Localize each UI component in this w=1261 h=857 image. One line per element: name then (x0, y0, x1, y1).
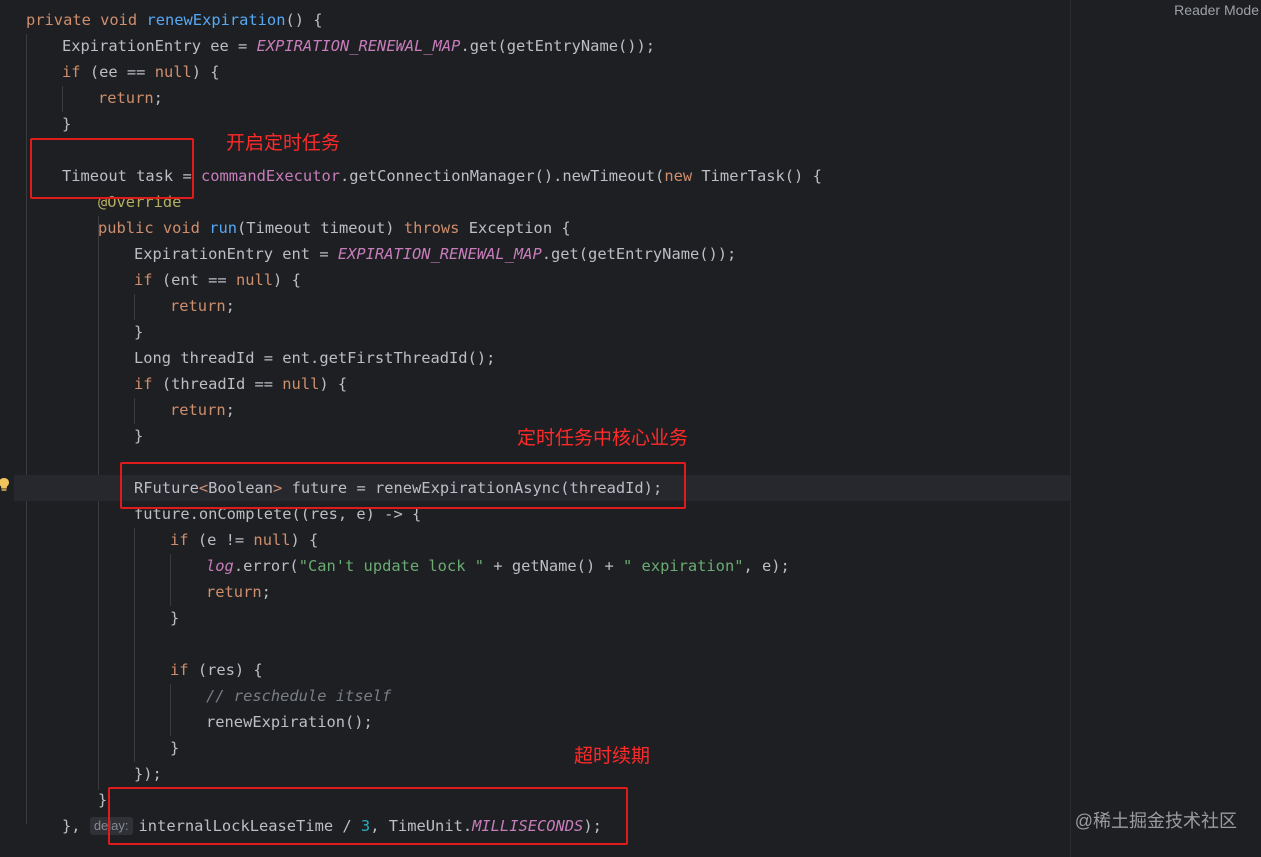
indent-guide (62, 86, 63, 112)
code-line-8: @Override (98, 193, 182, 211)
code-line-5: } (62, 115, 72, 133)
code-line-32: }, delay: internalLockLeaseTime / 3, Time… (62, 817, 602, 835)
annotation-label-renewal: 超时续期 (574, 746, 651, 767)
right-margin-guide (1070, 0, 1071, 857)
annotation-label-core-business: 定时任务中核心业务 (517, 428, 689, 449)
code-line-21: if (e != null) { (170, 531, 319, 549)
code-line-27: // reschedule itself (206, 687, 392, 705)
watermark: @稀土掘金技术社区 (1074, 811, 1237, 831)
code-line-10: ExpirationEntry ent = EXPIRATION_RENEWAL… (134, 245, 737, 263)
indent-guide (170, 684, 171, 736)
indent-guide (134, 528, 135, 762)
code-line-4: return; (98, 89, 163, 107)
code-line-7: Timeout task = commandExecutor.getConnec… (62, 167, 822, 185)
code-line-24: } (170, 609, 180, 627)
code-line-12: return; (170, 297, 235, 315)
code-line-20: future.onComplete((res, e) -> { (134, 505, 422, 523)
code-line-31: } (98, 791, 108, 809)
code-line-13: } (134, 323, 144, 341)
reader-mode-button[interactable]: Reader Mode (1174, 2, 1259, 18)
code-line-1: private void renewExpiration() { (26, 11, 323, 29)
code-line-14: Long threadId = ent.getFirstThreadId(); (134, 349, 496, 367)
code-editor[interactable]: Reader Mode private void renewExpiration… (0, 0, 1261, 857)
code-line-2: ExpirationEntry ee = EXPIRATION_RENEWAL_… (62, 37, 656, 55)
code-line-26: if (res) { (170, 661, 263, 679)
indent-guide (26, 34, 27, 824)
code-line-29: } (170, 739, 180, 757)
annotation-label-start-task: 开启定时任务 (226, 133, 341, 154)
code-line-17: } (134, 427, 144, 445)
code-line-30: }); (134, 765, 162, 783)
code-line-9: public void run(Timeout timeout) throws … (98, 219, 571, 237)
code-line-3: if (ee == null) { (62, 63, 220, 81)
indent-guide (134, 294, 135, 320)
code-line-11: if (ent == null) { (134, 271, 301, 289)
code-line-19: RFuture<Boolean> future = renewExpiratio… (134, 479, 663, 497)
code-line-16: return; (170, 401, 235, 419)
code-line-23: return; (206, 583, 271, 601)
parameter-hint: delay: (89, 817, 133, 835)
code-line-22: log.error("Can't update lock " + getName… (206, 557, 790, 575)
indent-guide (170, 554, 171, 606)
indent-guide (98, 216, 99, 790)
code-line-15: if (threadId == null) { (134, 375, 348, 393)
code-line-28: renewExpiration(); (206, 713, 373, 731)
indent-guide (134, 398, 135, 424)
lightbulb-icon[interactable] (0, 477, 10, 493)
